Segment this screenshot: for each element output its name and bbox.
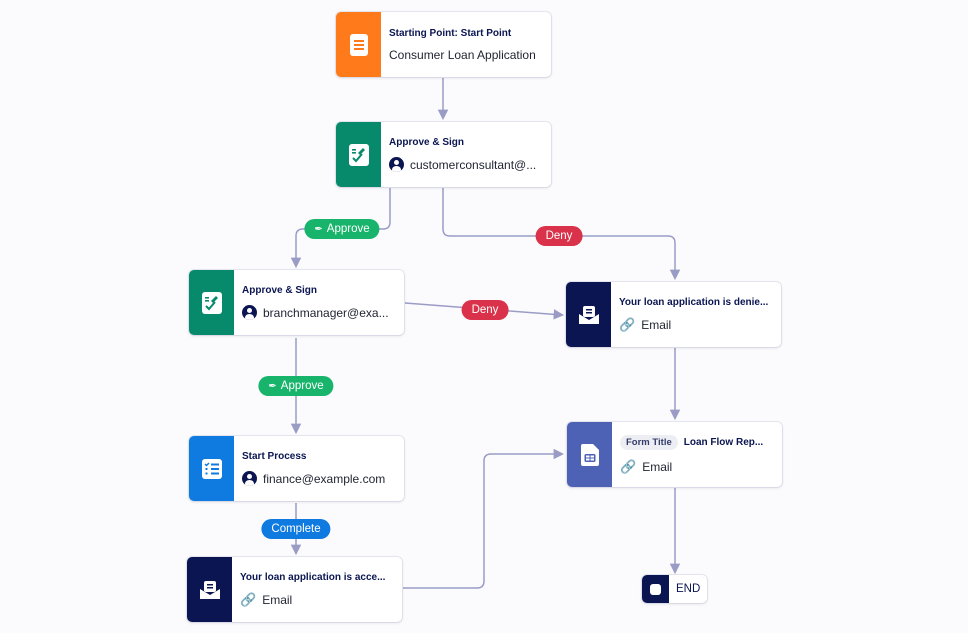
node-title: Your loan application is acce... xyxy=(240,571,386,583)
form-title-chip: Form Title xyxy=(620,434,678,450)
badge-label: Approve xyxy=(280,380,324,392)
form-icon xyxy=(349,33,368,56)
approve-sign-icon xyxy=(201,291,222,314)
node-start-point[interactable]: Starting Point: Start Point Consumer Loa… xyxy=(336,12,551,77)
badge-approve-1[interactable]: ✒ Approve xyxy=(304,219,380,239)
node-title: Loan Flow Rep... xyxy=(683,436,764,448)
badge-label: Approve xyxy=(326,223,370,235)
user-avatar-icon xyxy=(242,305,257,320)
node-approve-sign-customerconsultant[interactable]: Approve & Sign customerconsultant@... xyxy=(336,122,551,187)
node-icon-tile xyxy=(566,282,611,347)
assignee-email: customerconsultant@... xyxy=(410,157,537,172)
link-icon: 🔗 xyxy=(240,591,257,607)
node-email-denied[interactable]: Your loan application is denie... 🔗 Email xyxy=(566,282,781,347)
link-icon: 🔗 xyxy=(620,458,637,474)
badge-label: Complete xyxy=(271,523,321,535)
link-icon: 🔗 xyxy=(619,316,636,332)
node-icon-tile xyxy=(567,422,612,487)
node-icon-tile xyxy=(642,575,669,603)
node-title: Start Process xyxy=(242,451,307,462)
email-icon xyxy=(578,305,599,324)
node-type: Email xyxy=(641,317,672,332)
badge-label: Deny xyxy=(545,230,573,242)
user-avatar-icon xyxy=(389,157,404,172)
badge-complete[interactable]: Complete xyxy=(261,519,331,539)
assignee-email: branchmanager@exa... xyxy=(263,305,389,320)
approve-pen-icon: ✒ xyxy=(268,380,277,392)
node-icon-tile xyxy=(336,122,381,187)
node-icon-tile xyxy=(187,557,232,622)
assignee-email: finance@example.com xyxy=(263,471,386,486)
node-icon-tile xyxy=(189,436,234,501)
node-report[interactable]: Form Title Loan Flow Rep... 🔗 Email xyxy=(567,422,782,487)
node-title: Approve & Sign xyxy=(389,137,465,148)
node-type: Email xyxy=(642,459,673,474)
badge-approve-2[interactable]: ✒ Approve xyxy=(258,376,334,396)
node-type: Email xyxy=(262,592,293,607)
approve-sign-icon xyxy=(348,143,369,166)
stop-icon xyxy=(650,583,661,595)
node-email-accepted[interactable]: Your loan application is acce... 🔗 Email xyxy=(187,557,402,622)
node-icon-tile xyxy=(189,270,234,335)
edge-accepted-to-report xyxy=(403,448,565,589)
badge-deny-2[interactable]: Deny xyxy=(461,300,509,320)
node-approve-sign-branchmanager[interactable]: Approve & Sign branchmanager@exa... xyxy=(189,270,404,335)
badge-deny-1[interactable]: Deny xyxy=(535,226,583,246)
badge-label: Deny xyxy=(471,304,499,316)
email-icon xyxy=(199,580,220,599)
node-end[interactable]: END xyxy=(642,575,708,603)
report-icon xyxy=(580,443,599,466)
node-title: Approve & Sign xyxy=(242,285,318,296)
node-title: Starting Point: Start Point xyxy=(389,27,512,39)
end-label: END xyxy=(676,583,701,595)
user-avatar-icon xyxy=(242,471,257,486)
node-icon-tile xyxy=(336,12,381,77)
checklist-icon xyxy=(201,458,222,479)
node-start-process[interactable]: Start Process finance@example.com xyxy=(189,436,404,501)
node-title: Your loan application is denie... xyxy=(619,296,769,308)
approve-pen-icon: ✒ xyxy=(314,223,323,235)
node-subtitle: Consumer Loan Application xyxy=(389,47,536,62)
